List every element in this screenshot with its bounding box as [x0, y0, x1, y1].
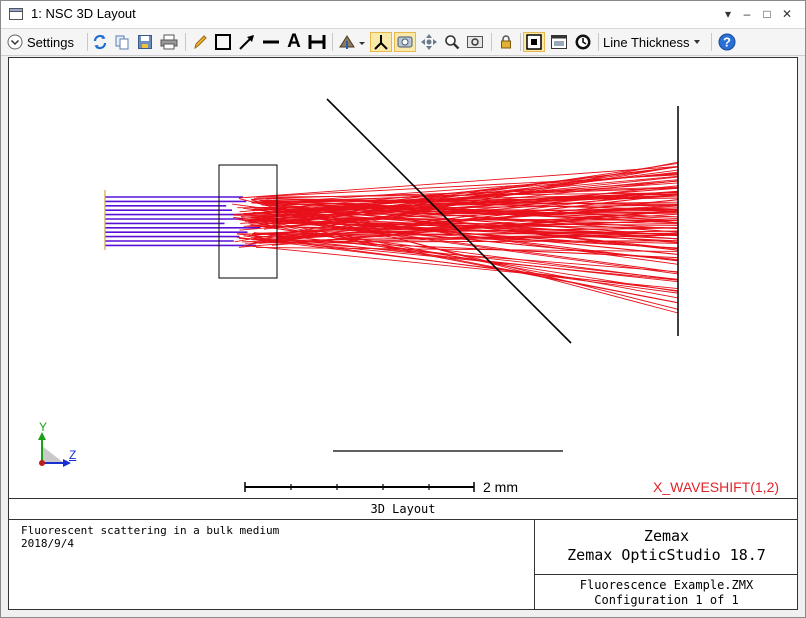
axes-view-toggle[interactable]	[370, 32, 392, 52]
printer-icon	[160, 34, 178, 50]
dimension-icon	[308, 35, 326, 49]
description-text: Fluorescent scattering in a bulk medium	[21, 524, 280, 537]
dimension-tool-button[interactable]	[307, 32, 327, 52]
title-block: Zemax Zemax OpticStudio 18.7 Fluorescenc…	[534, 519, 798, 609]
maximize-button[interactable]: □	[758, 4, 776, 24]
nsc-3d-layout-window: 1: NSC 3D Layout ▾ – □ ✕ Settings A Line…	[0, 0, 806, 618]
print-button[interactable]	[159, 32, 179, 52]
window-title: 1: NSC 3D Layout	[31, 6, 136, 21]
magnifier-icon	[445, 35, 460, 50]
ray-segment	[236, 236, 679, 292]
text-tool-button[interactable]: A	[284, 31, 304, 52]
input-ray-bundle	[105, 196, 261, 247]
line-thickness-label: Line Thickness	[603, 34, 690, 50]
svg-text:?: ?	[723, 35, 731, 50]
line-icon	[263, 40, 279, 44]
toolbar-separator	[598, 33, 599, 51]
file-block: Fluorescence Example.ZMX Configuration 1…	[535, 574, 798, 609]
view-orientation-dropdown[interactable]	[337, 32, 367, 52]
window-layout-button[interactable]	[549, 32, 569, 52]
pan-button[interactable]	[419, 32, 439, 52]
date-text: 2018/9/4	[21, 537, 74, 550]
axes-icon	[374, 35, 388, 50]
rectangle-tool-button[interactable]	[213, 32, 233, 52]
pan-icon	[421, 34, 437, 50]
surface-view-toggle[interactable]	[394, 32, 416, 52]
copy-icon	[115, 35, 129, 50]
plot-caption: 3D Layout	[9, 498, 797, 520]
lock-icon	[501, 35, 511, 49]
close-button[interactable]: ✕	[778, 4, 796, 24]
axis-triad-icon	[38, 432, 71, 467]
pencil-icon	[194, 35, 207, 50]
minimize-button[interactable]: –	[738, 4, 756, 24]
axis-y-label: Y	[39, 420, 48, 434]
layout-drawing[interactable]	[9, 58, 797, 498]
timer-icon	[575, 34, 591, 50]
toolbar-separator	[711, 33, 712, 51]
reset-zoom-button[interactable]	[465, 32, 485, 52]
help-button[interactable]: ?	[717, 32, 737, 52]
arrow-tool-button[interactable]	[237, 32, 257, 52]
fit-frame-icon	[526, 34, 542, 50]
settings-button[interactable]: Settings	[7, 32, 87, 52]
wavelength-label: X_WAVESHIFT(1,2)	[653, 479, 780, 495]
save-button[interactable]	[136, 32, 154, 52]
window-layout-icon	[551, 35, 567, 49]
brand-block: Zemax Zemax OpticStudio 18.7	[535, 527, 798, 565]
arrow-icon	[239, 35, 254, 50]
company-name: Zemax	[643, 527, 690, 545]
layout-canvas[interactable]: Y Z 2 mm X_WAVESHIFT(1,2) 3D Layout Fluo…	[8, 57, 798, 610]
product-name: Zemax OpticStudio 18.7	[567, 546, 766, 564]
save-icon	[138, 35, 152, 49]
axes-orientation-icon	[339, 35, 365, 49]
scale-bar-label: 2 mm	[483, 479, 518, 495]
toolbar-separator	[185, 33, 186, 51]
caret-down-icon	[694, 40, 701, 44]
axis-z-label: Z	[69, 448, 77, 462]
window-icon	[9, 8, 23, 20]
configuration-text: Configuration 1 of 1	[594, 593, 739, 607]
window-menu-button[interactable]: ▾	[719, 4, 737, 24]
toolbar-separator	[87, 33, 88, 51]
fit-view-toggle[interactable]	[523, 32, 545, 52]
lock-button[interactable]	[497, 32, 515, 52]
line-thickness-dropdown[interactable]: Line Thickness	[603, 32, 709, 52]
title-bar[interactable]: 1: NSC 3D Layout ▾ – □ ✕	[1, 1, 805, 29]
copy-button[interactable]	[113, 32, 131, 52]
toolbar: Settings A Line Thickness ?	[1, 29, 805, 56]
description-block: Fluorescent scattering in a bulk medium …	[21, 524, 279, 550]
refresh-icon	[93, 34, 107, 50]
pencil-tool-button[interactable]	[191, 32, 209, 52]
toolbar-separator	[332, 33, 333, 51]
scale-bar	[244, 482, 475, 492]
rectangle-icon	[215, 34, 231, 50]
file-name: Fluorescence Example.ZMX	[579, 578, 754, 592]
camera-view-icon	[397, 36, 413, 48]
toolbar-separator	[491, 33, 492, 51]
toolbar-separator	[520, 33, 521, 51]
reset-zoom-icon	[467, 36, 483, 48]
help-icon: ?	[718, 33, 736, 51]
scattered-ray-bundle	[232, 161, 679, 314]
timer-button[interactable]	[573, 32, 593, 52]
settings-label: Settings	[27, 34, 74, 50]
refresh-button[interactable]	[91, 32, 109, 52]
zoom-button[interactable]	[443, 32, 461, 52]
line-tool-button[interactable]	[261, 32, 281, 52]
chevron-down-circle-icon	[7, 34, 23, 50]
